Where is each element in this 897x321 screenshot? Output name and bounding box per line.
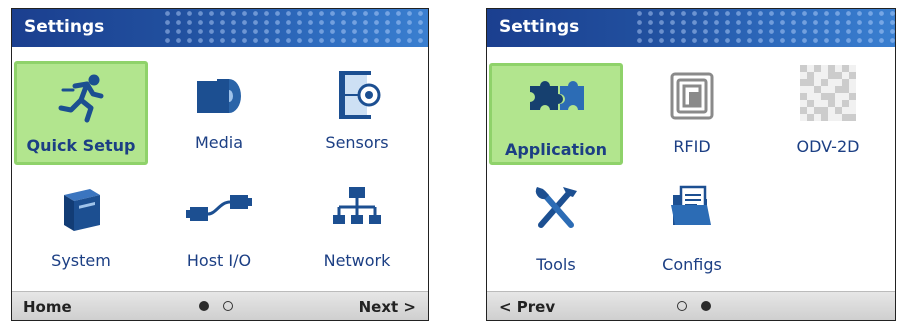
settings-screen-page-2: Settings Application RFID ODV-2D Tools C… (486, 8, 896, 321)
tile-host-io[interactable]: Host I/O (152, 171, 286, 275)
bottom-bar: Home Next > (12, 291, 428, 320)
tile-label: Application (504, 140, 608, 159)
tile-label: Network (323, 251, 391, 270)
tile-tools[interactable]: Tools (489, 171, 623, 275)
page-indicator-dot-2 (701, 301, 711, 311)
tile-label: Quick Setup (26, 136, 136, 155)
tile-label: Host I/O (186, 251, 252, 270)
page-indicator-dot-2 (223, 301, 233, 311)
title-bar: Settings (487, 9, 895, 47)
title-bar-pattern (633, 9, 895, 47)
bottom-bar: < Prev (487, 291, 895, 320)
tools-icon (489, 183, 623, 233)
home-button[interactable]: Home (23, 298, 72, 316)
page-indicator-dot-1 (677, 301, 687, 311)
tile-quick-setup[interactable]: Quick Setup (14, 61, 148, 165)
screen-title: Settings (24, 17, 105, 37)
tile-application[interactable]: Application (489, 63, 623, 165)
title-bar: Settings (12, 9, 428, 47)
printer-icon (14, 185, 148, 235)
tile-rfid[interactable]: RFID (627, 63, 757, 165)
tile-label: RFID (673, 137, 711, 156)
rfid-chip-icon (627, 71, 757, 121)
tile-odv-2d[interactable]: ODV-2D (763, 63, 893, 165)
tile-system[interactable]: System (14, 171, 148, 275)
title-bar-pattern (161, 9, 428, 47)
prev-button[interactable]: < Prev (499, 298, 555, 316)
tile-label: Media (194, 133, 244, 152)
tile-configs[interactable]: Configs (627, 171, 757, 275)
tile-label: System (51, 251, 111, 270)
settings-screen-page-1: Settings Quick Setup Media Sensors Syste… (11, 8, 429, 321)
tile-label: Configs (662, 255, 722, 274)
page-indicator-dot-1 (199, 301, 209, 311)
media-roll-icon (152, 75, 286, 117)
running-person-icon (17, 72, 145, 124)
next-button[interactable]: Next > (359, 298, 416, 316)
cable-connector-icon (152, 191, 286, 227)
screen-title: Settings (499, 17, 580, 37)
tile-media[interactable]: Media (152, 61, 286, 165)
network-icon (290, 185, 424, 229)
barcode-2d-icon (763, 65, 893, 121)
tile-label: Sensors (325, 133, 389, 152)
puzzle-icon (492, 76, 620, 116)
tile-label: ODV-2D (796, 137, 860, 156)
tile-label: Tools (536, 255, 576, 274)
tile-network[interactable]: Network (290, 171, 424, 275)
sensor-icon (290, 67, 424, 123)
folder-icon (627, 181, 757, 231)
tile-sensors[interactable]: Sensors (290, 61, 424, 165)
